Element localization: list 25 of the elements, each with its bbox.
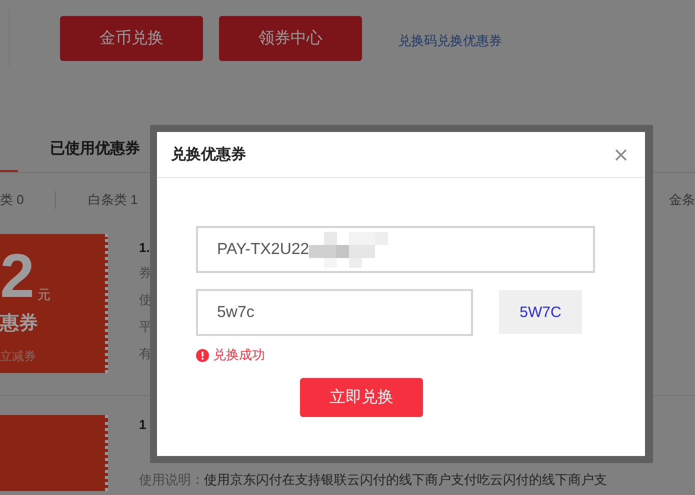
alert-icon bbox=[196, 348, 209, 362]
usage-description: 使用京东闪付在支持银联云闪付的线下商户支付吃云闪付的线下商户支 bbox=[204, 471, 607, 489]
coupon-title: 1 bbox=[139, 417, 148, 432]
captcha-image[interactable]: 5W7C bbox=[499, 290, 582, 334]
coupon-type: 立减券 bbox=[0, 348, 37, 365]
coupon-detail: 券 bbox=[139, 264, 152, 282]
close-icon[interactable] bbox=[615, 148, 627, 160]
usage-label: 使用说明： bbox=[139, 471, 204, 489]
dialog-title: 兑换优惠券 bbox=[171, 145, 246, 164]
redeem-code-field[interactable]: PAY-TX2U22 bbox=[196, 226, 595, 273]
redeem-code-link[interactable]: 兑换码兑换优惠券 bbox=[398, 32, 502, 50]
tab[interactable]: 已使用优惠券 bbox=[50, 125, 140, 172]
header-button[interactable]: 领券中心 bbox=[219, 16, 362, 61]
captcha-input[interactable]: 5w7c bbox=[196, 289, 473, 336]
coupon-detail: 平 bbox=[139, 318, 152, 336]
coupon-amount: 2 bbox=[0, 246, 34, 308]
category-filter[interactable]: 白条类 1 bbox=[88, 191, 138, 209]
coupon-detail: 有 bbox=[139, 345, 152, 363]
coupon-title: 1. bbox=[139, 240, 151, 255]
category-filter[interactable]: 金条 bbox=[669, 191, 695, 209]
currency-unit: 元 bbox=[37, 286, 50, 304]
redeem-button[interactable]: 立即兑换 bbox=[300, 378, 423, 417]
status-message: 兑换成功 bbox=[213, 346, 265, 364]
category-filter[interactable]: 类 0 bbox=[0, 191, 24, 209]
header-button[interactable]: 金币兑换 bbox=[60, 16, 203, 61]
